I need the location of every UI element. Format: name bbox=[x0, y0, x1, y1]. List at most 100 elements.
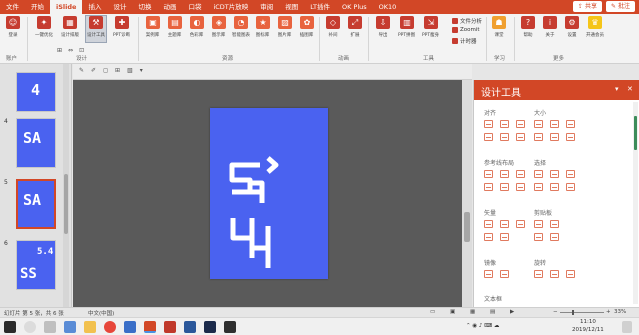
guide-icon[interactable] bbox=[516, 183, 525, 191]
start-icon[interactable] bbox=[4, 321, 16, 333]
zoom-slider-thumb[interactable] bbox=[572, 310, 574, 315]
design-layout-button[interactable]: ▦ 设计排版 bbox=[59, 16, 81, 38]
theme-library-button[interactable]: ▤ 主题库 bbox=[164, 16, 186, 38]
more-icon[interactable]: ▾ bbox=[140, 67, 143, 74]
select-icon[interactable] bbox=[534, 170, 543, 178]
tab-review[interactable]: 审阅 bbox=[254, 0, 279, 14]
tab-view[interactable]: 视图 bbox=[279, 0, 304, 14]
tray-icons[interactable]: ⌃ ◉ ♪ ⌨ ☁ bbox=[466, 323, 499, 329]
scrollbar-thumb[interactable] bbox=[634, 116, 637, 150]
paste-icon[interactable] bbox=[550, 220, 559, 228]
fit-height-icon[interactable] bbox=[550, 133, 559, 141]
slide-canvas[interactable] bbox=[73, 80, 472, 307]
align-top-icon[interactable] bbox=[484, 133, 493, 141]
slide-logo-graphic[interactable] bbox=[210, 108, 328, 279]
fit-size-icon[interactable] bbox=[566, 133, 575, 141]
align-bottom-icon[interactable] bbox=[516, 133, 525, 141]
slide-thumbnail-4[interactable]: SA bbox=[16, 118, 56, 168]
snap-icon[interactable]: ⊡ bbox=[79, 47, 84, 54]
align-icon[interactable]: ⊞ bbox=[57, 47, 62, 54]
vector-icon[interactable] bbox=[484, 220, 493, 228]
select-icon[interactable] bbox=[550, 170, 559, 178]
extend-button[interactable]: ⤢ 扩展 bbox=[344, 16, 366, 38]
guide-icon[interactable] bbox=[484, 183, 493, 191]
illustration-library-button[interactable]: ✿ 插图库 bbox=[296, 16, 318, 38]
language-status[interactable]: 中文(中国) bbox=[88, 309, 114, 317]
flip-vertical-icon[interactable] bbox=[500, 270, 509, 278]
color-library-button[interactable]: ◐ 色彩库 bbox=[186, 16, 208, 38]
ppt-slim-button[interactable]: ⇲ PPT瘦身 bbox=[420, 16, 442, 38]
app-icon[interactable] bbox=[164, 321, 176, 333]
align-left-icon[interactable] bbox=[484, 120, 493, 128]
about-button[interactable]: i 关于 bbox=[539, 16, 561, 38]
select-icon[interactable] bbox=[566, 170, 575, 178]
app-icon[interactable] bbox=[224, 321, 236, 333]
match-icon[interactable]: ⇔ bbox=[68, 47, 73, 54]
reading-view-icon[interactable]: ▤ bbox=[490, 309, 495, 315]
tab-ok10[interactable]: OK10 bbox=[373, 0, 403, 14]
open-membership-button[interactable]: ♛ 开通会员 bbox=[584, 16, 606, 38]
ppt-stitch-button[interactable]: ▥ PPT拼图 bbox=[396, 16, 418, 38]
clock-date[interactable]: 2019/12/11 bbox=[572, 327, 604, 333]
vector-icon[interactable] bbox=[484, 233, 493, 241]
classroom-button[interactable]: ☗ 课堂 bbox=[488, 16, 510, 38]
same-height-icon[interactable] bbox=[550, 120, 559, 128]
scrollbar-thumb[interactable] bbox=[464, 212, 470, 242]
vector-icon[interactable] bbox=[500, 220, 509, 228]
guide-icon[interactable] bbox=[500, 170, 509, 178]
notification-icon[interactable] bbox=[622, 321, 632, 333]
design-pane-scrollbar[interactable] bbox=[633, 102, 638, 304]
settings-button[interactable]: ⚙ 设置 bbox=[561, 16, 583, 38]
tab-islide[interactable]: iSlide bbox=[50, 0, 83, 14]
zoom-slider[interactable] bbox=[560, 312, 604, 313]
file-analysis-button[interactable]: 文件分析 bbox=[452, 17, 482, 25]
help-button[interactable]: ? 帮助 bbox=[517, 16, 539, 38]
vector-icon[interactable] bbox=[500, 233, 509, 241]
grid-icon[interactable]: ⊞ bbox=[115, 67, 120, 74]
close-icon[interactable]: ✕ bbox=[627, 85, 633, 93]
tab-animations[interactable]: 动画 bbox=[157, 0, 182, 14]
tab-lt-plugin[interactable]: LT插件 bbox=[304, 0, 336, 14]
clear-icon[interactable] bbox=[550, 233, 559, 241]
rotate-icon[interactable] bbox=[550, 270, 559, 278]
sorter-view-icon[interactable]: ▦ bbox=[470, 309, 475, 315]
fit-width-icon[interactable] bbox=[534, 133, 543, 141]
case-library-button[interactable]: ▣ 案例库 bbox=[142, 16, 164, 38]
align-middle-icon[interactable] bbox=[500, 133, 509, 141]
login-button[interactable]: ☺ 登录 bbox=[2, 16, 24, 38]
timer-button[interactable]: 计时器 bbox=[452, 37, 477, 45]
file-explorer-icon[interactable] bbox=[84, 321, 96, 333]
cursor-icon[interactable] bbox=[566, 183, 575, 191]
tab-design[interactable]: 设计 bbox=[107, 0, 132, 14]
tab-file[interactable]: 文件 bbox=[0, 0, 25, 14]
tab-ok-plus[interactable]: OK Plus bbox=[336, 0, 373, 14]
app-icon[interactable] bbox=[204, 321, 216, 333]
app-icon[interactable] bbox=[64, 321, 76, 333]
rotate-icon[interactable] bbox=[566, 270, 575, 278]
align-center-icon[interactable] bbox=[500, 120, 509, 128]
powerpoint-icon[interactable] bbox=[144, 321, 156, 333]
share-button[interactable]: ⇪ 共享 bbox=[572, 1, 602, 12]
zoom-out-icon[interactable]: − bbox=[553, 309, 558, 315]
notes-icon[interactable]: ▭ bbox=[430, 309, 435, 315]
brush-icon[interactable]: ✐ bbox=[91, 67, 96, 74]
normal-view-icon[interactable]: ▣ bbox=[450, 309, 455, 315]
tab-insert[interactable]: 插入 bbox=[82, 0, 107, 14]
slide-thumbnail-6[interactable]: 5.4 SS bbox=[16, 240, 56, 290]
canvas-scrollbar[interactable] bbox=[462, 80, 472, 307]
smart-chart-button[interactable]: ◔ 智能图表 bbox=[230, 16, 252, 38]
tab-home[interactable]: 开始 bbox=[25, 0, 50, 14]
image-library-button[interactable]: ▨ 图片库 bbox=[274, 16, 296, 38]
slide-thumbnail-5[interactable]: SA bbox=[16, 179, 56, 229]
ppt-diagnosis-button[interactable]: ✚ PPT诊断 bbox=[111, 16, 133, 38]
thumbnail-scrollbar[interactable] bbox=[63, 64, 69, 307]
slideshow-view-icon[interactable]: ▶ bbox=[510, 309, 514, 315]
guide-icon[interactable] bbox=[516, 170, 525, 178]
copy-icon[interactable] bbox=[534, 220, 543, 228]
search-icon[interactable] bbox=[24, 321, 36, 333]
flip-horizontal-icon[interactable] bbox=[484, 270, 493, 278]
export-button[interactable]: ⇩ 导出 bbox=[372, 16, 394, 38]
tween-button[interactable]: ◇ 补间 bbox=[322, 16, 344, 38]
clock-time[interactable]: 11:10 bbox=[580, 319, 596, 325]
zoom-in-icon[interactable]: + bbox=[606, 309, 611, 315]
